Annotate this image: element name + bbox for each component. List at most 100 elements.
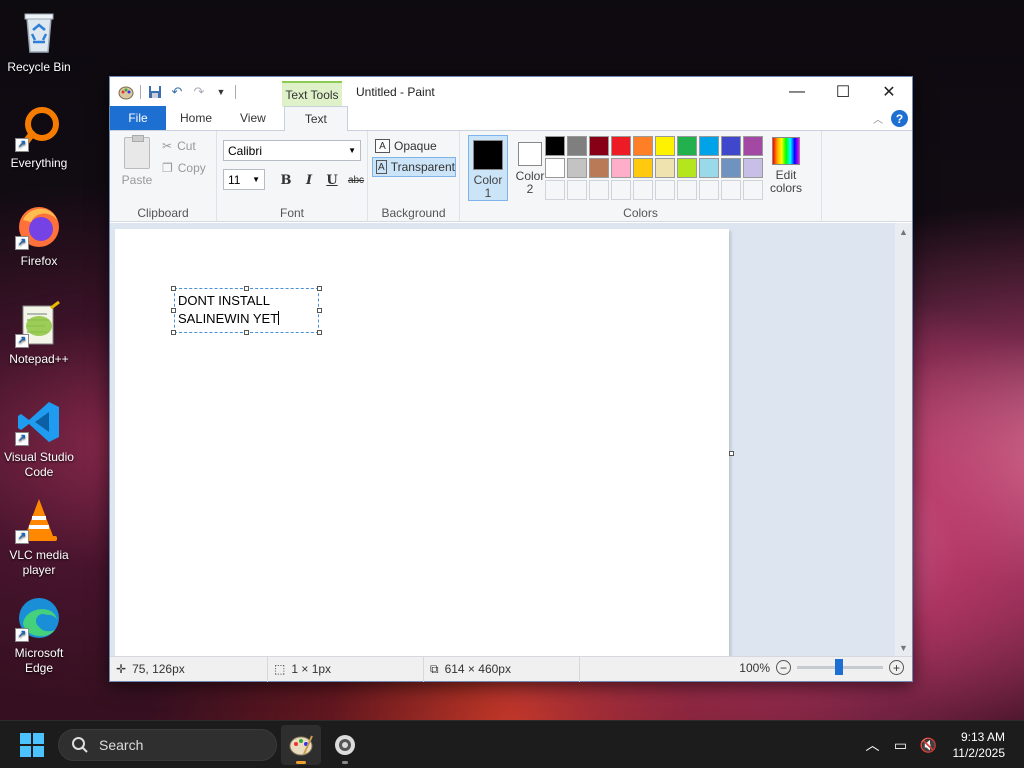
palette-swatch[interactable] bbox=[589, 136, 609, 156]
color1-button[interactable]: Color 1 bbox=[468, 135, 508, 201]
customize-qat-icon[interactable]: ▼ bbox=[213, 84, 229, 100]
resize-handle[interactable] bbox=[317, 308, 322, 313]
bold-button[interactable]: B bbox=[277, 171, 295, 189]
palette-swatch[interactable] bbox=[677, 158, 697, 178]
palette-custom-slot[interactable] bbox=[721, 180, 741, 200]
tab-home[interactable]: Home bbox=[166, 106, 226, 130]
resize-handle[interactable] bbox=[244, 286, 249, 291]
scroll-down-arrow-icon[interactable]: ▼ bbox=[895, 639, 912, 656]
text-box[interactable]: DONT INSTALL SALINEWIN YET bbox=[174, 288, 319, 333]
close-button[interactable]: ✕ bbox=[866, 77, 912, 107]
transparent-option[interactable]: A Transparent bbox=[372, 157, 456, 177]
palette-custom-slot[interactable] bbox=[699, 180, 719, 200]
palette-swatch[interactable] bbox=[721, 158, 741, 178]
paint-app-icon[interactable] bbox=[118, 84, 134, 100]
save-icon[interactable] bbox=[147, 84, 163, 100]
palette-custom-slot[interactable] bbox=[589, 180, 609, 200]
canvas-resize-handle[interactable] bbox=[729, 451, 734, 456]
palette-swatch[interactable] bbox=[611, 136, 631, 156]
font-family-select[interactable]: Calibri ▼ bbox=[223, 140, 361, 161]
palette-swatch[interactable] bbox=[633, 158, 653, 178]
redo-icon[interactable]: ↷ bbox=[191, 84, 207, 100]
palette-custom-slot[interactable] bbox=[545, 180, 565, 200]
desktop-icon-label: Notepad++ bbox=[9, 352, 69, 366]
palette-swatch[interactable] bbox=[611, 158, 631, 178]
minimize-button[interactable]: — bbox=[774, 77, 820, 107]
palette-custom-slot[interactable] bbox=[655, 180, 675, 200]
scissors-icon: ✂ bbox=[162, 139, 173, 153]
desktop-icon-everything[interactable]: ↗ Everything bbox=[2, 104, 76, 171]
volume-muted-icon[interactable]: 🔇 bbox=[915, 721, 943, 768]
paste-button[interactable]: Paste bbox=[120, 135, 154, 187]
resize-handle[interactable] bbox=[317, 330, 322, 335]
desktop-icon-recycle-bin[interactable]: Recycle Bin bbox=[2, 8, 76, 75]
show-hidden-icons-chevron-icon[interactable]: ︿ bbox=[859, 721, 887, 768]
desktop-icon-vscode[interactable]: ↗ Visual Studio Code bbox=[2, 398, 76, 480]
resize-handle[interactable] bbox=[171, 330, 176, 335]
network-icon[interactable]: ▭ bbox=[887, 721, 915, 768]
font-size-select[interactable]: 11 ▼ bbox=[223, 169, 265, 190]
tab-file[interactable]: File bbox=[110, 106, 166, 130]
paint-window: ↶ ↷ ▼ Text Tools Untitled - Paint — ☐ ✕ … bbox=[109, 76, 913, 682]
scroll-up-arrow-icon[interactable]: ▲ bbox=[895, 223, 912, 240]
desktop-icon-edge[interactable]: ↗ Microsoft Edge bbox=[2, 594, 76, 676]
desktop-icon-firefox[interactable]: ↗ Firefox bbox=[2, 202, 76, 269]
zoom-out-button[interactable]: − bbox=[776, 660, 791, 675]
underline-button[interactable]: U bbox=[323, 171, 341, 189]
canvas-area[interactable]: DONT INSTALL SALINEWIN YET ▲ ▼ bbox=[110, 223, 912, 656]
palette-swatch[interactable] bbox=[699, 158, 719, 178]
palette-swatch[interactable] bbox=[743, 136, 763, 156]
tab-view[interactable]: View bbox=[226, 106, 280, 130]
drawing-canvas[interactable]: DONT INSTALL SALINEWIN YET bbox=[115, 229, 729, 656]
search-placeholder: Search bbox=[99, 737, 144, 753]
tab-text[interactable]: Text bbox=[283, 106, 348, 131]
palette-custom-slot[interactable] bbox=[677, 180, 697, 200]
palette-custom-slot[interactable] bbox=[611, 180, 631, 200]
color1-swatch bbox=[473, 140, 503, 170]
zoom-slider[interactable] bbox=[797, 659, 883, 675]
resize-handle[interactable] bbox=[171, 286, 176, 291]
desktop-icon-notepad-plus-plus[interactable]: ↗ Notepad++ bbox=[2, 300, 76, 367]
cursor-position-value: 75, 126px bbox=[132, 662, 185, 676]
copy-button[interactable]: ❐ Copy bbox=[162, 161, 206, 175]
vertical-scrollbar[interactable]: ▲ ▼ bbox=[895, 223, 912, 656]
palette-swatch[interactable] bbox=[589, 158, 609, 178]
resize-handle[interactable] bbox=[317, 286, 322, 291]
palette-swatch[interactable] bbox=[545, 136, 565, 156]
opaque-option[interactable]: A Opaque bbox=[372, 136, 456, 156]
selection-size-value: 1 × 1px bbox=[291, 662, 332, 676]
edit-colors-button[interactable]: Edit colors bbox=[765, 137, 807, 195]
undo-icon[interactable]: ↶ bbox=[169, 84, 185, 100]
ribbon-tabs: File Home View Text ︿ ? bbox=[110, 106, 912, 131]
palette-swatch[interactable] bbox=[633, 136, 653, 156]
palette-swatch[interactable] bbox=[545, 158, 565, 178]
palette-swatch[interactable] bbox=[721, 136, 741, 156]
palette-custom-slot[interactable] bbox=[633, 180, 653, 200]
palette-custom-slot[interactable] bbox=[743, 180, 763, 200]
resize-handle[interactable] bbox=[171, 308, 176, 313]
cut-button[interactable]: ✂ Cut bbox=[162, 139, 196, 153]
color2-button[interactable]: Color 2 bbox=[510, 135, 550, 201]
zoom-in-button[interactable]: + bbox=[889, 660, 904, 675]
desktop-icon-vlc[interactable]: ↗ VLC media player bbox=[2, 496, 76, 578]
palette-swatch[interactable] bbox=[743, 158, 763, 178]
taskbar-app[interactable] bbox=[325, 725, 365, 765]
strikethrough-button[interactable]: abc bbox=[345, 171, 367, 189]
resize-handle[interactable] bbox=[244, 330, 249, 335]
palette-swatch[interactable] bbox=[655, 136, 675, 156]
palette-swatch[interactable] bbox=[567, 136, 587, 156]
clock[interactable]: 9:13 AM 11/2/2025 bbox=[943, 729, 1024, 761]
zoom-slider-thumb[interactable] bbox=[835, 659, 843, 675]
help-icon[interactable]: ? bbox=[891, 110, 908, 127]
maximize-button[interactable]: ☐ bbox=[820, 77, 866, 107]
italic-button[interactable]: I bbox=[300, 171, 318, 189]
start-button[interactable] bbox=[20, 733, 44, 757]
palette-swatch[interactable] bbox=[655, 158, 675, 178]
palette-custom-slot[interactable] bbox=[567, 180, 587, 200]
taskbar-paint[interactable] bbox=[281, 725, 321, 765]
palette-swatch[interactable] bbox=[567, 158, 587, 178]
minimize-ribbon-icon[interactable]: ︿ bbox=[873, 111, 883, 126]
taskbar-search[interactable]: Search bbox=[58, 729, 277, 761]
palette-swatch[interactable] bbox=[699, 136, 719, 156]
palette-swatch[interactable] bbox=[677, 136, 697, 156]
